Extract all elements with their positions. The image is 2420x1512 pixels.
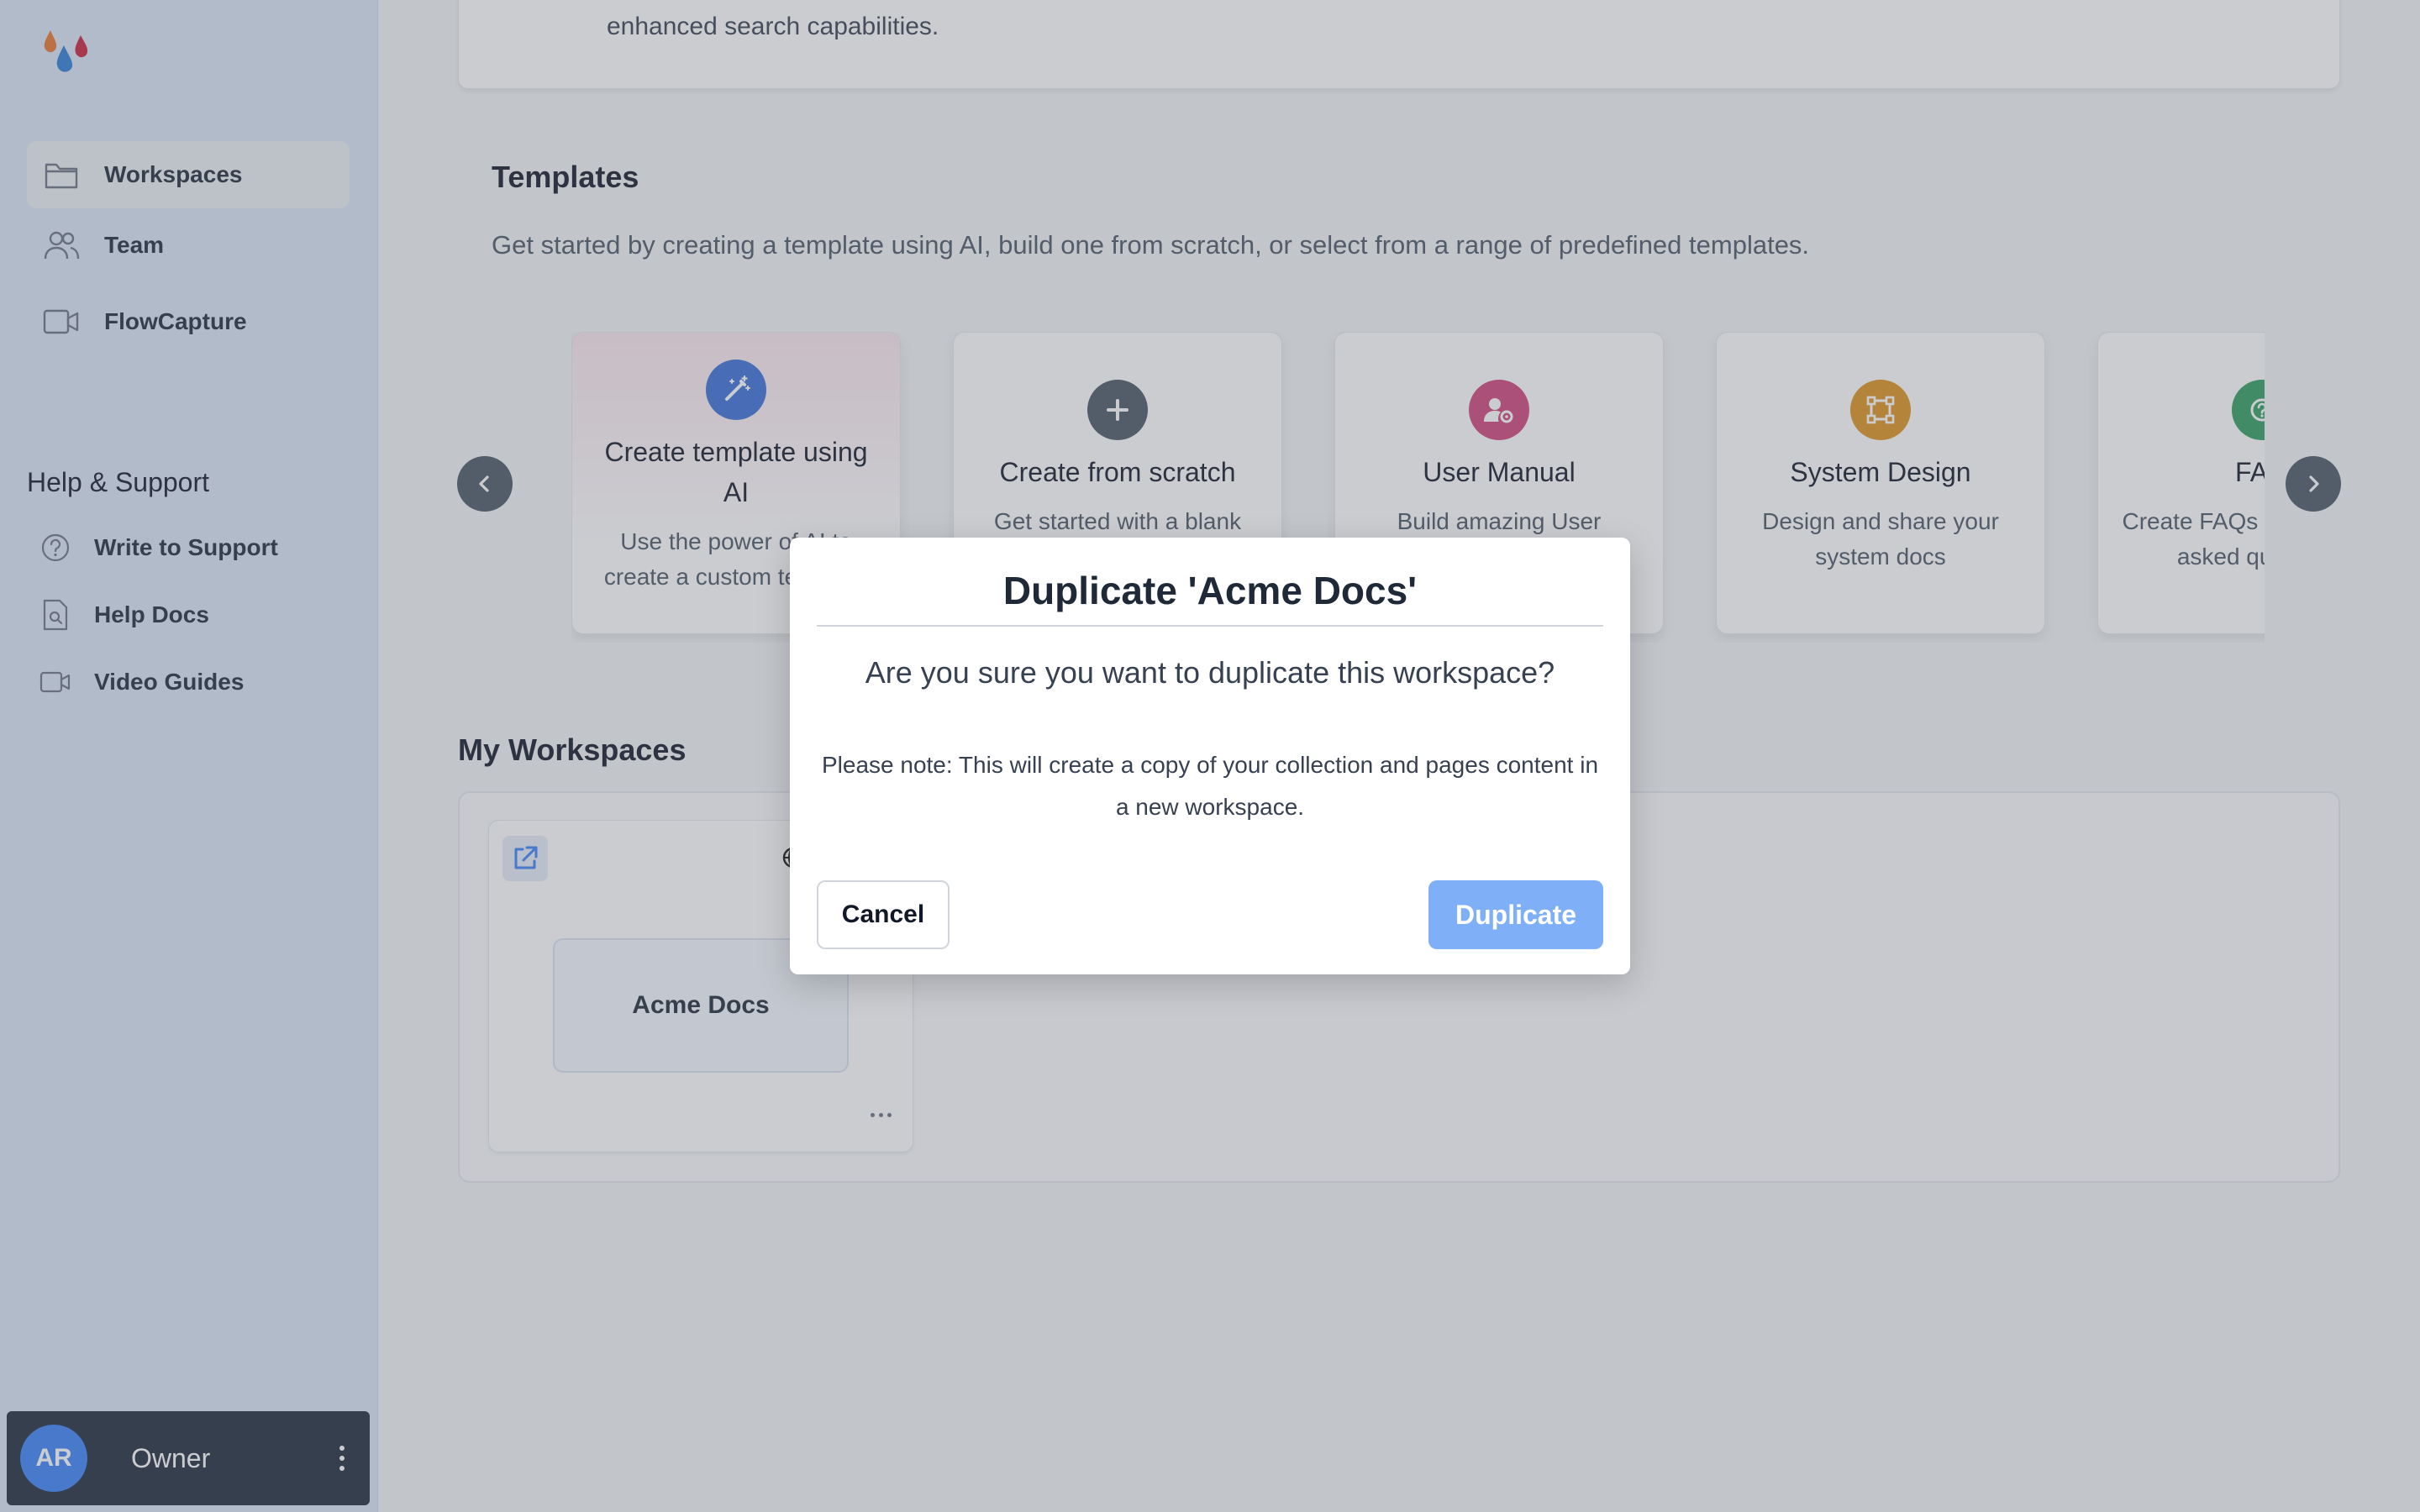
duplicate-workspace-dialog: Duplicate 'Acme Docs' Are you sure you w… <box>790 538 1630 974</box>
divider <box>817 625 1603 627</box>
dialog-question: Are you sure you want to duplicate this … <box>865 655 1555 690</box>
dialog-note: Please note: This will create a copy of … <box>821 752 1599 820</box>
dialog-title: Duplicate 'Acme Docs' <box>1002 569 1418 612</box>
cancel-button[interactable]: Cancel <box>817 880 950 949</box>
duplicate-button[interactable]: Duplicate <box>1428 880 1603 949</box>
